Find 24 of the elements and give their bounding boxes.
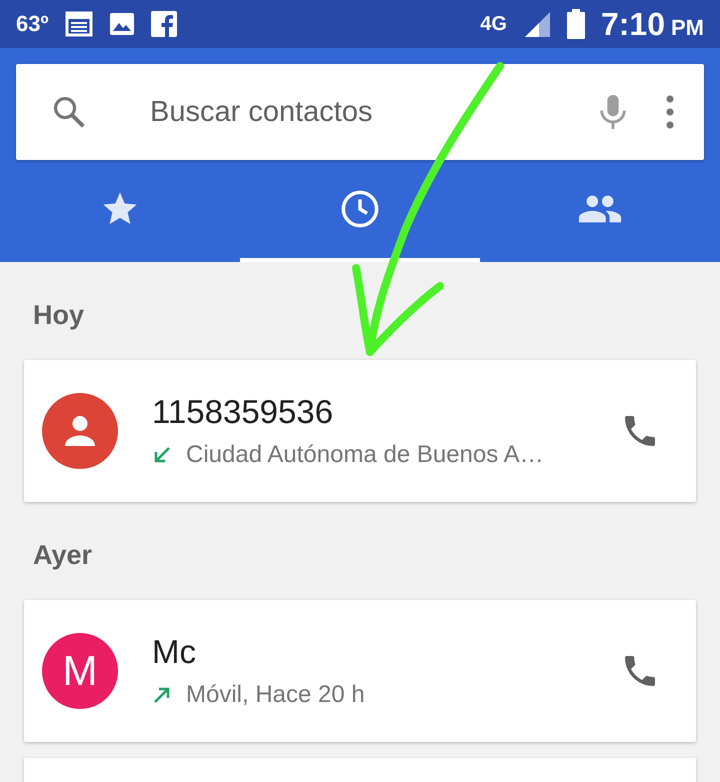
caller-name: 1158359536	[152, 393, 334, 431]
outgoing-call-icon	[152, 685, 172, 705]
person-icon	[62, 413, 98, 449]
signal-icon	[522, 10, 551, 38]
call-card[interactable]: 1158359536 Ciudad Autónoma de Buenos A…	[24, 360, 696, 502]
incoming-call-icon	[152, 445, 172, 465]
image-icon	[108, 12, 135, 36]
section-heading: Hoy	[33, 300, 84, 330]
temperature-text: 63º	[16, 11, 49, 37]
clock-text: 7:10	[600, 6, 665, 42]
section-heading: Ayer	[33, 540, 92, 570]
caller-name: Mc	[152, 633, 197, 671]
f-logo-icon	[150, 11, 177, 37]
battery-icon	[566, 9, 585, 39]
call-card[interactable]: M Mc Móvil, Hace 20 h	[24, 600, 696, 742]
avatar: M	[42, 633, 118, 709]
clock-icon	[339, 188, 381, 230]
network-type-text: 4G	[480, 12, 507, 36]
more-options-icon[interactable]	[666, 95, 674, 129]
am-pm-text: PM	[671, 14, 704, 40]
call-detail: Móvil, Hace 20 h	[186, 681, 365, 709]
search-field[interactable]: Buscar contactos	[16, 64, 704, 160]
call-detail: Ciudad Autónoma de Buenos A…	[186, 441, 544, 469]
calendar-icon	[64, 11, 93, 37]
